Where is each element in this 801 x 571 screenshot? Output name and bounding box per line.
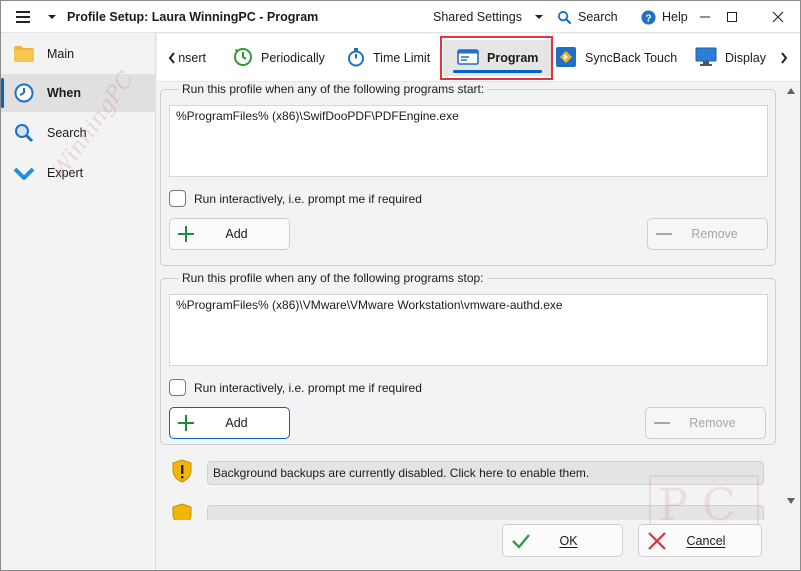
chevron-left-icon (168, 52, 175, 64)
scroll-down-icon (787, 498, 795, 504)
start-programs-group: Run this profile when any of the followi… (160, 83, 776, 266)
syncback-touch-icon (555, 46, 577, 71)
tab-label: SyncBack Touch (585, 51, 678, 65)
tab-display[interactable]: Display (695, 40, 766, 76)
folder-icon (13, 43, 35, 65)
sidebar-item-main[interactable]: Main (1, 35, 156, 73)
search-icon (557, 10, 572, 24)
minus-icon (646, 414, 678, 432)
tab-insert[interactable]: Insert (179, 40, 206, 76)
sidebar-item-label: When (47, 86, 82, 100)
second-notice-partial (171, 503, 764, 520)
program-window-icon (457, 48, 479, 69)
list-item[interactable]: %ProgramFiles% (x86)\VMware\VMware Works… (176, 298, 563, 312)
tab-program[interactable]: Program (443, 40, 553, 76)
help-button[interactable]: ? Help (641, 1, 688, 33)
stop-programs-group: Run this profile when any of the followi… (160, 271, 776, 445)
shared-settings-label: Shared Settings (433, 10, 522, 24)
dropdown-caret-icon[interactable] (47, 1, 57, 33)
add-label: Add (225, 227, 248, 241)
chevron-check-icon (13, 162, 35, 184)
maximize-icon (727, 12, 737, 22)
monitor-icon (695, 47, 717, 70)
background-backups-notice: Background backups are currently disable… (171, 459, 764, 486)
list-item[interactable]: %ProgramFiles% (x86)\SwifDooPDF\PDFEngin… (176, 109, 459, 123)
sidebar: Main When Search Expert WinningPC (1, 33, 156, 570)
tab-label: Display (725, 51, 766, 65)
hamburger-menu-icon[interactable] (15, 1, 31, 33)
tab-syncback-touch[interactable]: SyncBack Touch (555, 40, 677, 76)
clock-icon (13, 82, 35, 104)
search-button[interactable]: Search (557, 1, 618, 33)
chevron-right-icon (781, 52, 788, 64)
sidebar-item-when[interactable]: When (1, 74, 156, 112)
stop-programs-list[interactable]: %ProgramFiles% (x86)\VMware\VMware Works… (169, 294, 768, 366)
cancel-button[interactable]: Cancel (638, 524, 762, 557)
add-label: Add (225, 416, 248, 430)
close-button[interactable] (758, 1, 798, 33)
stop-run-interactively-checkbox[interactable]: Run interactively, i.e. prompt me if req… (169, 379, 422, 396)
checkmark-icon (503, 533, 539, 549)
program-settings-panel: Run this profile when any of the followi… (157, 83, 783, 520)
tab-label: Program (487, 51, 539, 65)
help-label: Help (662, 10, 688, 24)
magnifier-icon (13, 122, 35, 144)
chevron-down-icon (534, 15, 543, 19)
title-bar: Profile Setup: Laura WinningPC - Program… (1, 1, 800, 33)
second-notice-bar[interactable] (207, 504, 764, 520)
scroll-up-button[interactable] (784, 85, 798, 97)
help-icon: ? (641, 9, 656, 25)
ok-button[interactable]: OK (502, 524, 623, 557)
checkbox-box[interactable] (169, 379, 186, 396)
svg-text:?: ? (645, 13, 651, 24)
start-remove-button[interactable]: Remove (647, 218, 768, 250)
ok-label: OK (559, 533, 578, 548)
tab-label: Insert (179, 51, 206, 65)
enable-background-backups-link[interactable]: Background backups are currently disable… (207, 460, 764, 485)
tab-scroll-right-button[interactable] (775, 40, 793, 76)
sidebar-item-label: Search (47, 126, 87, 140)
stop-add-button[interactable]: Add (169, 407, 290, 439)
checkbox-label: Run interactively, i.e. prompt me if req… (194, 380, 422, 395)
window-title: Profile Setup: Laura WinningPC - Program (67, 10, 319, 24)
cancel-label: Cancel (686, 533, 726, 548)
remove-label: Remove (689, 416, 736, 430)
plus-icon (170, 225, 202, 243)
shield-warning-icon (171, 503, 193, 520)
start-programs-list[interactable]: %ProgramFiles% (x86)\SwifDooPDF\PDFEngin… (169, 105, 768, 177)
shield-warning-icon (171, 459, 193, 486)
minus-icon (648, 225, 680, 243)
checkbox-box[interactable] (169, 190, 186, 207)
remove-label: Remove (691, 227, 738, 241)
stopwatch-icon (347, 47, 365, 70)
scroll-down-button[interactable] (784, 495, 798, 507)
scroll-up-icon (787, 88, 795, 94)
stop-remove-button[interactable]: Remove (645, 407, 766, 439)
close-icon (772, 11, 784, 23)
sidebar-item-label: Main (47, 47, 75, 61)
tab-label: Periodically (261, 51, 325, 65)
maximize-button[interactable] (712, 1, 752, 33)
start-group-title: Run this profile when any of the followi… (179, 83, 488, 96)
profile-setup-window: Profile Setup: Laura WinningPC - Program… (0, 0, 801, 571)
minimize-icon (700, 16, 710, 18)
search-label: Search (578, 10, 618, 24)
shared-settings-button[interactable]: Shared Settings (433, 1, 544, 33)
notice-text: Background backups are currently disable… (213, 465, 590, 480)
cancel-x-icon (639, 531, 675, 551)
checkbox-label: Run interactively, i.e. prompt me if req… (194, 191, 422, 206)
periodically-icon (233, 47, 253, 70)
tab-label: Time Limit (373, 51, 431, 65)
sidebar-item-expert[interactable]: Expert (1, 154, 156, 192)
tab-time-limit[interactable]: Time Limit (347, 40, 430, 76)
tab-bar: Insert Periodically Time Limit Program S… (157, 34, 800, 82)
stop-group-title: Run this profile when any of the followi… (179, 271, 487, 285)
tab-periodically[interactable]: Periodically (233, 40, 325, 76)
sidebar-item-label: Expert (47, 166, 84, 180)
sidebar-item-search[interactable]: Search (1, 114, 156, 152)
start-run-interactively-checkbox[interactable]: Run interactively, i.e. prompt me if req… (169, 190, 422, 207)
start-add-button[interactable]: Add (169, 218, 290, 250)
plus-icon (170, 414, 202, 432)
